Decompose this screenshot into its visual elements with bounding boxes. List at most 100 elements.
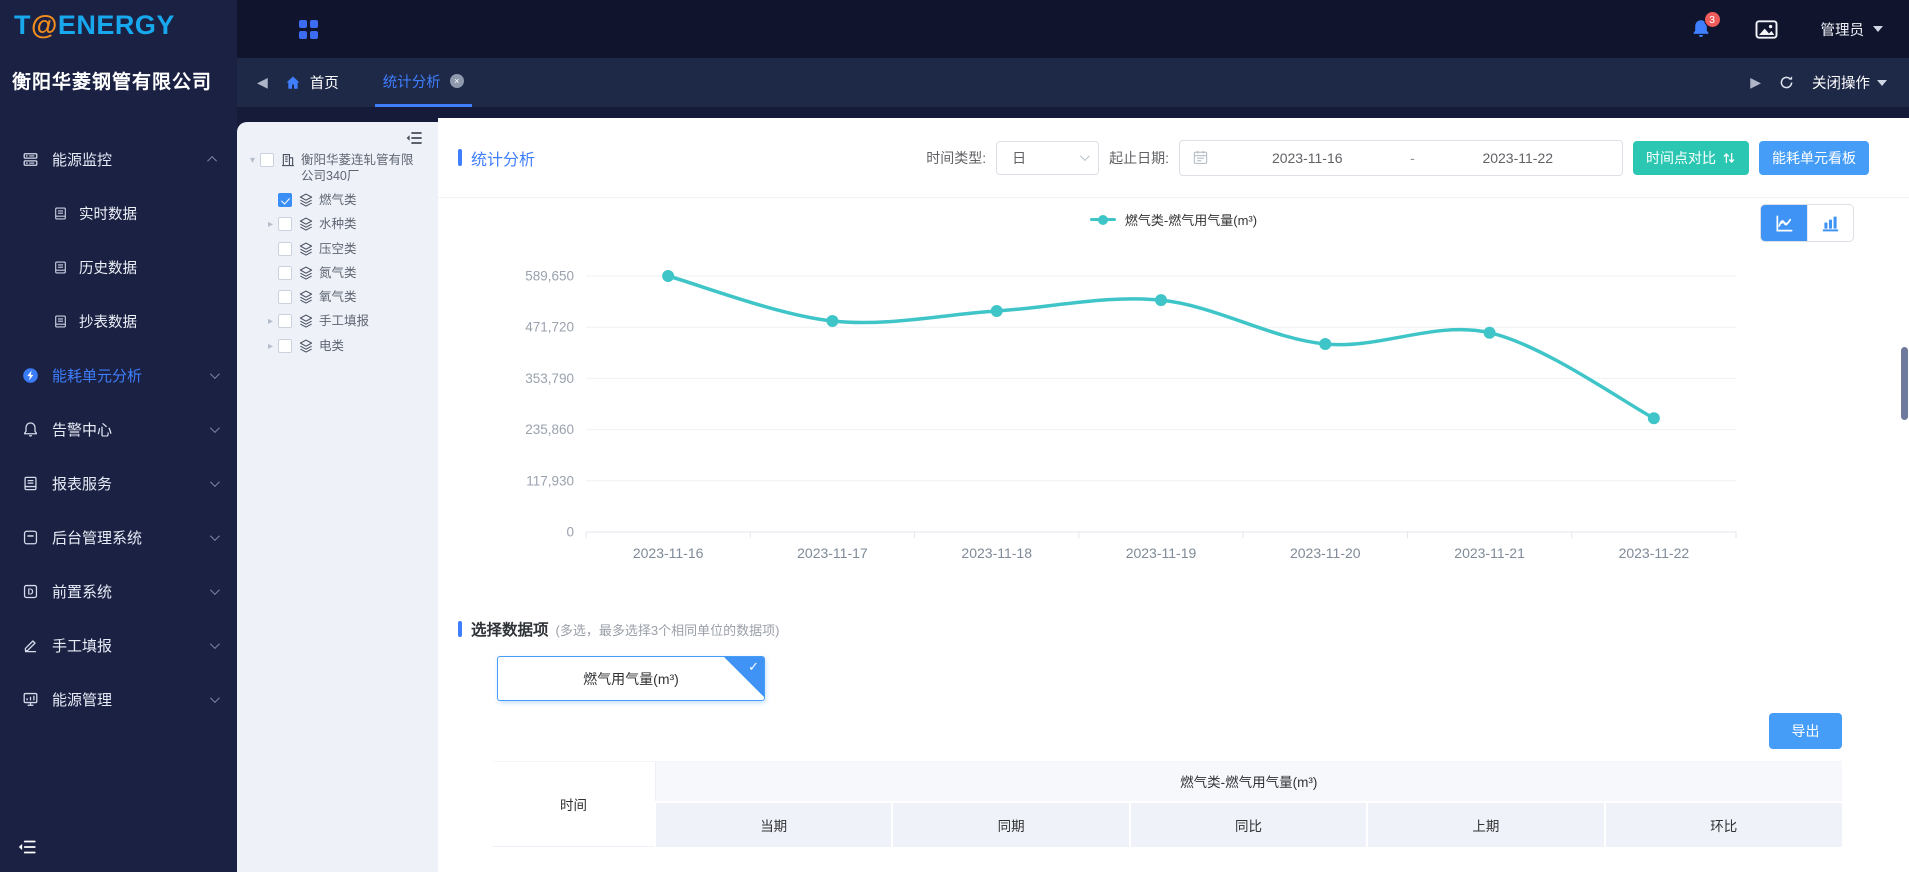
topbar: 3 管理员: [237, 0, 1909, 58]
tree-node-label: 电类: [319, 339, 345, 353]
sidebar-item[interactable]: 能源监控: [0, 132, 237, 186]
export-button[interactable]: 导出: [1769, 713, 1842, 749]
sidebar-subitem[interactable]: 实时数据: [0, 186, 237, 240]
layers-icon: [298, 338, 314, 354]
home-icon: [284, 74, 302, 92]
tree-checkbox[interactable]: [278, 193, 292, 207]
layers-icon: [298, 313, 314, 329]
tabbar-right: 关闭操作: [1750, 72, 1887, 93]
sidebar-item[interactable]: 手工填报: [0, 618, 237, 672]
layers-icon: [298, 192, 314, 208]
table-subheader-same-period: 同期: [891, 801, 1130, 847]
svg-text:117,930: 117,930: [526, 473, 574, 488]
table-subheader-mom: 环比: [1603, 801, 1842, 847]
tree-node[interactable]: 压空类: [245, 237, 438, 261]
close-operations-dropdown[interactable]: 关闭操作: [1812, 72, 1887, 93]
title-accent-bar: [458, 621, 462, 637]
sidebar-subitem[interactable]: 抄表数据: [0, 294, 237, 348]
tree-node[interactable]: ▾ 衡阳华菱连轧管有限公司340厂: [245, 148, 438, 188]
tab-home[interactable]: 首页: [284, 72, 339, 93]
tree-checkbox[interactable]: [278, 314, 292, 328]
tree-expander-icon[interactable]: ▸: [263, 314, 278, 330]
user-menu[interactable]: 管理员: [1821, 19, 1883, 40]
fold-panel-icon[interactable]: [404, 128, 424, 148]
tree-node-label: 压空类: [319, 242, 357, 256]
tree-checkbox[interactable]: [278, 217, 292, 231]
sidebar-item[interactable]: 告警中心: [0, 402, 237, 456]
legend-dot: [1097, 214, 1108, 225]
tree-node[interactable]: 氧气类: [245, 285, 438, 309]
calendar-icon: [1192, 149, 1209, 166]
sidebar-item-label: 报表服务: [52, 475, 113, 493]
table-header-group: 燃气类-燃气用气量(m³): [655, 761, 1842, 803]
sidebar-subitem[interactable]: 历史数据: [0, 240, 237, 294]
tree-node[interactable]: ▸ 手工填报: [245, 309, 438, 334]
time-type-select[interactable]: 日: [996, 140, 1100, 175]
main-header: 统计分析 时间类型: 日 起止日期: 2023-11-16 - 2023-11-…: [438, 118, 1909, 198]
legend-marker: [1089, 214, 1116, 225]
tree-checkbox[interactable]: [278, 266, 292, 280]
chevron-up-icon: [207, 155, 218, 166]
tree-node-label: 氧气类: [319, 290, 357, 304]
title-accent-bar: [458, 149, 462, 166]
forward-icon[interactable]: [1750, 74, 1761, 91]
page-title-text: 统计分析: [471, 151, 536, 169]
start-date-value[interactable]: 2023-11-16: [1215, 150, 1400, 166]
bar-chart-toggle-button[interactable]: [1807, 205, 1853, 241]
apps-grid-icon[interactable]: [299, 19, 318, 39]
filter-bar: 时间类型: 日 起止日期: 2023-11-16 - 2023-11-22 时间…: [926, 139, 1869, 176]
line-chart-toggle-button[interactable]: [1761, 205, 1807, 241]
tree-node[interactable]: 燃气类: [245, 188, 438, 212]
sidebar-item[interactable]: 能耗单元分析: [0, 348, 237, 402]
vertical-scrollbar-thumb[interactable]: [1901, 347, 1908, 420]
sidebar-item-label: 后台管理系统: [52, 529, 143, 547]
energy-unit-board-button[interactable]: 能耗单元看板: [1759, 140, 1869, 175]
alarm-icon: [22, 421, 39, 438]
tree-checkbox[interactable]: [260, 153, 274, 167]
building-icon: [280, 152, 296, 168]
svg-text:2023-11-17: 2023-11-17: [797, 545, 868, 561]
check-icon: [748, 660, 759, 675]
back-icon[interactable]: [257, 74, 268, 91]
tree-expander-icon[interactable]: ▸: [263, 339, 278, 355]
doc-icon: [53, 206, 68, 221]
sidebar-item[interactable]: 报表服务: [0, 456, 237, 510]
data-item-picker-title: 选择数据项 (多选，最多选择3个相同单位的数据项): [458, 618, 779, 640]
picture-icon[interactable]: [1754, 17, 1779, 42]
tree-expander-icon[interactable]: ▸: [263, 217, 278, 233]
sidebar-subitem-label: 抄表数据: [79, 314, 137, 331]
tab-statistics-analysis[interactable]: 统计分析: [374, 58, 472, 107]
sidebar-item-label: 手工填报: [52, 637, 113, 655]
tree-checkbox[interactable]: [278, 339, 292, 353]
doc-icon: [53, 260, 68, 275]
date-separator: -: [1410, 149, 1415, 166]
chart-legend[interactable]: 燃气类-燃气用气量(m³): [438, 210, 1909, 229]
tree-checkbox[interactable]: [278, 290, 292, 304]
chevron-down-icon: [1080, 151, 1090, 162]
sidebar-item[interactable]: 后台管理系统: [0, 510, 237, 564]
sidebar-item[interactable]: 能源管理: [0, 672, 237, 726]
sidebar-collapse-icon[interactable]: [16, 836, 38, 858]
svg-text:2023-11-19: 2023-11-19: [1126, 545, 1197, 561]
close-icon[interactable]: [449, 74, 464, 88]
end-date-value[interactable]: 2023-11-22: [1426, 150, 1611, 166]
line-chart[interactable]: 0 117,930 235,860 353,790 471,720 589,650 2023…: [508, 244, 1753, 579]
chevron-down-icon: [1877, 79, 1887, 86]
tree-node[interactable]: ▸ 水种类: [245, 212, 438, 237]
sidebar-item[interactable]: D 前置系统: [0, 564, 237, 618]
sidebar-menu: 能源监控 实时数据 历史数据抄表数据能耗单元分析 告警中心报表服务后台管理系统 D 前置系…: [0, 132, 237, 726]
tree-expander-icon[interactable]: ▾: [245, 153, 260, 169]
time-compare-button[interactable]: 时间点对比: [1633, 140, 1749, 175]
date-range-input[interactable]: 2023-11-16 - 2023-11-22: [1179, 139, 1623, 176]
tree-node[interactable]: 氮气类: [245, 261, 438, 285]
data-item-chip-selected[interactable]: 燃气用气量(m³): [497, 656, 765, 701]
tree-checkbox[interactable]: [278, 242, 292, 256]
company-name: 衡阳华菱钢管有限公司: [12, 72, 213, 93]
refresh-icon[interactable]: [1778, 74, 1795, 91]
table-header-time: 时间: [493, 761, 656, 847]
tab-label: 统计分析: [382, 74, 441, 91]
tree-node[interactable]: ▸ 电类: [245, 334, 438, 359]
layers-icon: [298, 265, 314, 281]
tree-node-label: 燃气类: [319, 193, 357, 207]
notification-bell-button[interactable]: 3: [1690, 11, 1721, 40]
